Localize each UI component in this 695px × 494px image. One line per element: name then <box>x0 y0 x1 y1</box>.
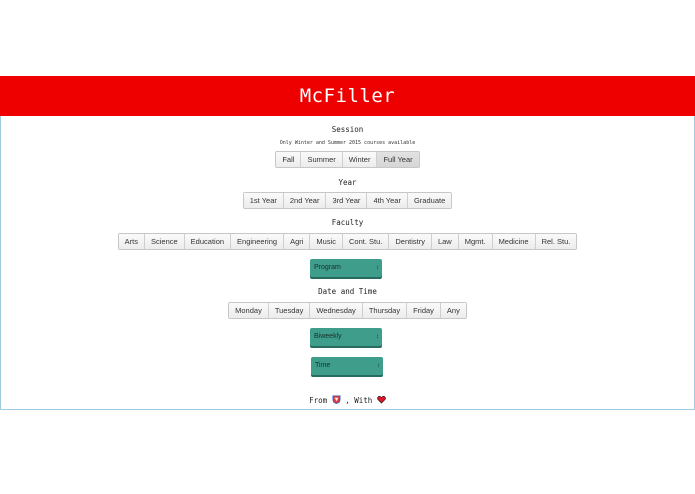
faculty-mgmt-button[interactable]: Mgmt. <box>458 234 493 249</box>
frequency-select[interactable]: Biweekly ↕ <box>310 328 382 346</box>
year-graduate-button[interactable]: Graduate <box>407 193 452 208</box>
footer-middle: , With <box>345 396 373 405</box>
day-group: Monday Tuesday Wednesday Thursday Friday… <box>0 302 695 319</box>
faculty-agri-button[interactable]: Agri <box>284 234 311 249</box>
year-3rd-button[interactable]: 3rd Year <box>326 193 368 208</box>
year-4th-button[interactable]: 4th Year <box>367 193 408 208</box>
faculty-engineering-button[interactable]: Engineering <box>231 234 285 249</box>
session-full-year-button[interactable]: Full Year <box>377 152 419 167</box>
faculty-education-button[interactable]: Education <box>184 234 232 249</box>
select-arrows-icon: ↕ <box>377 363 380 369</box>
app-title: McFiller <box>299 85 396 107</box>
faculty-rel-stu-button[interactable]: Rel. Stu. <box>535 234 577 249</box>
year-group: 1st Year 2nd Year 3rd Year 4th Year Grad… <box>0 192 695 209</box>
faculty-law-button[interactable]: Law <box>431 234 459 249</box>
session-summer-button[interactable]: Summer <box>301 152 343 167</box>
footer-prefix: From <box>309 396 328 405</box>
frequency-select-value: Biweekly <box>314 333 342 340</box>
session-fall-button[interactable]: Fall <box>276 152 302 167</box>
program-select-value: Program <box>314 264 341 271</box>
faculty-music-button[interactable]: Music <box>310 234 343 249</box>
time-select[interactable]: Time ↕ <box>311 357 383 375</box>
time-select-value: Time <box>315 362 331 369</box>
mcgill-crest-icon <box>332 395 341 404</box>
session-group: Fall Summer Winter Full Year <box>0 151 695 168</box>
faculty-dentistry-button[interactable]: Dentistry <box>389 234 432 249</box>
session-winter-button[interactable]: Winter <box>342 152 378 167</box>
faculty-medicine-button[interactable]: Medicine <box>492 234 536 249</box>
day-friday-button[interactable]: Friday <box>407 303 441 318</box>
faculty-science-button[interactable]: Science <box>144 234 185 249</box>
day-tuesday-button[interactable]: Tuesday <box>268 303 311 318</box>
session-label: Session <box>331 125 364 134</box>
year-2nd-button[interactable]: 2nd Year <box>283 193 327 208</box>
datetime-label: Date and Time <box>318 287 377 296</box>
session-note: Only Winter and Summer 2015 courses avai… <box>279 140 416 146</box>
faculty-cont-stu-button[interactable]: Cont. Stu. <box>343 234 390 249</box>
day-thursday-button[interactable]: Thursday <box>362 303 408 318</box>
year-label: Year <box>338 178 357 187</box>
program-select[interactable]: Program ↕ <box>310 259 382 277</box>
faculty-group: Arts Science Education Engineering Agri … <box>0 233 695 250</box>
heart-icon <box>377 396 386 404</box>
faculty-arts-button[interactable]: Arts <box>118 234 145 249</box>
day-any-button[interactable]: Any <box>440 303 466 318</box>
year-1st-button[interactable]: 1st Year <box>243 193 284 208</box>
footer: From , With <box>0 395 695 405</box>
faculty-label: Faculty <box>331 218 364 227</box>
app-title-banner: McFiller <box>0 76 695 116</box>
select-arrows-icon: ↕ <box>376 334 379 340</box>
select-arrows-icon: ↕ <box>376 265 379 271</box>
day-monday-button[interactable]: Monday <box>229 303 269 318</box>
day-wednesday-button[interactable]: Wednesday <box>310 303 363 318</box>
